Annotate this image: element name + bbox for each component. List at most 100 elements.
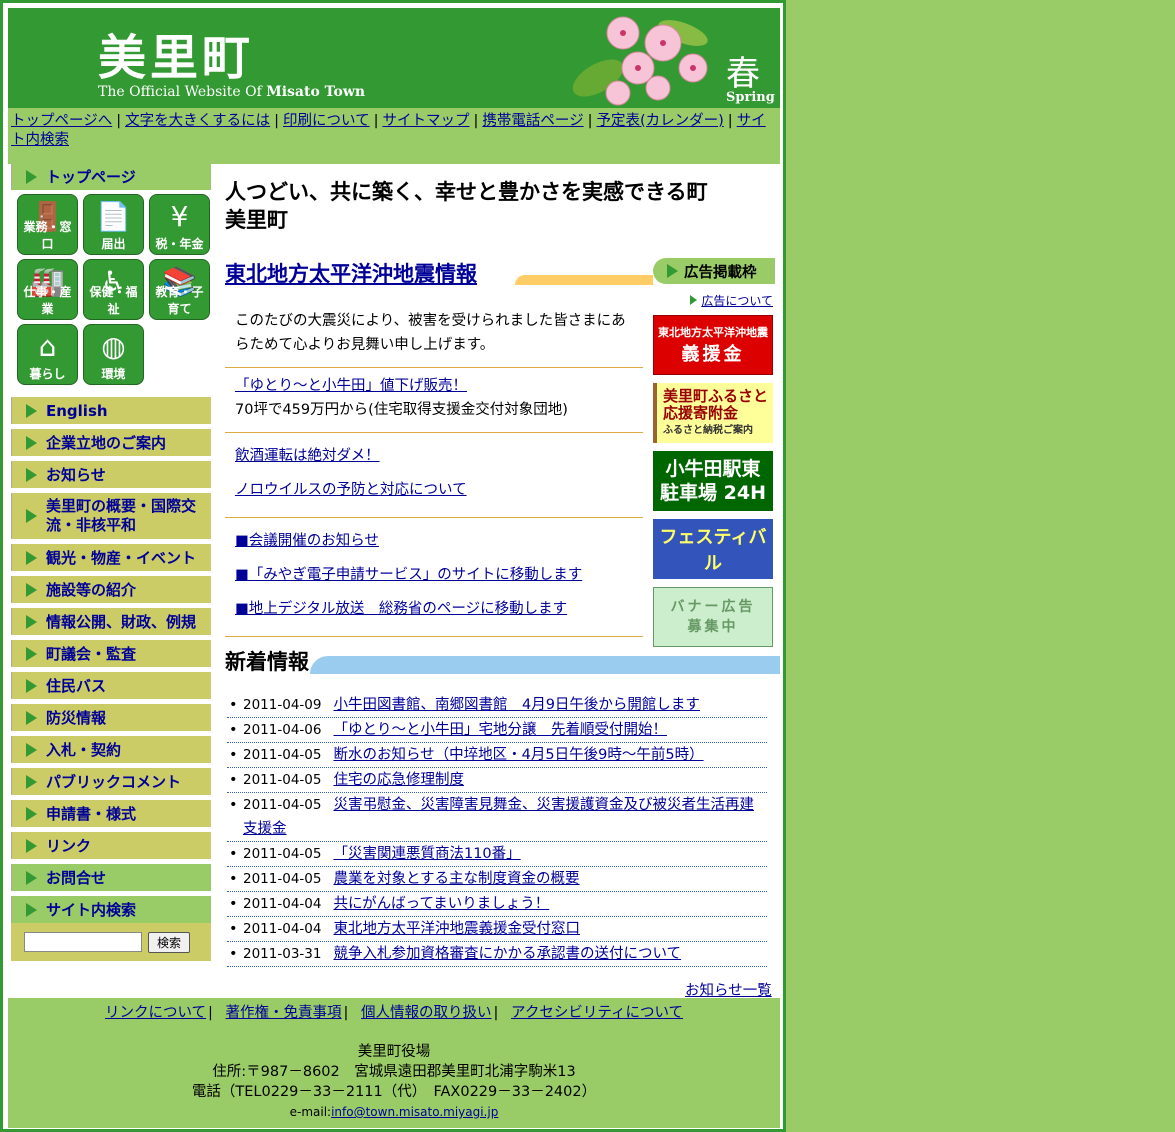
ad-furusato-donation[interactable]: 美里町ふるさと 応援寄附金 ふるさと納税ご案内 <box>653 383 773 443</box>
news-safety: 飲酒運転は絶対ダメ！ ノロウイルスの予防と対応について <box>225 433 643 518</box>
footer-link-links[interactable]: リンクについて <box>105 1005 206 1021</box>
quake-heading: 東北地方太平洋沖地震情報 <box>225 258 477 288</box>
sidebar-item-business-location[interactable]: 企業立地のご案内 <box>11 429 211 456</box>
sidebar-item-bidding[interactable]: 入札・契約 <box>11 736 211 763</box>
footer-link-accessibility[interactable]: アクセシビリティについて <box>511 1005 683 1021</box>
papers-icon: 📄 <box>96 200 131 233</box>
ad-parking[interactable]: 小牛田駅東 駐車場 24H <box>653 451 773 511</box>
drink-driving-link[interactable]: 飲酒運転は絶対ダメ！ <box>235 448 380 464</box>
news-services: ■会議開催のお知らせ ■「みやぎ電子申請サービス」のサイトに移動します ■地上デ… <box>225 518 643 637</box>
search-button[interactable]: 検索 <box>148 931 191 953</box>
category-business-window[interactable]: 🚪 業務・窓口 <box>17 194 78 255</box>
sidebar-item-disclosure[interactable]: 情報公開、財政、例規 <box>11 608 211 635</box>
news-link[interactable]: 「災害関連悪質商法110番」 <box>333 846 520 862</box>
news-date: 2011-04-05 <box>243 871 322 887</box>
season-label: Spring <box>726 90 775 105</box>
ad-about-link[interactable]: 広告について <box>701 294 773 308</box>
yutori-link[interactable]: 「ゆとり〜と小牛田」値下げ販売！ <box>235 378 467 394</box>
sidebar-item-disaster[interactable]: 防災情報 <box>11 704 211 731</box>
news-date: 2011-04-04 <box>243 896 322 912</box>
news-link[interactable]: 住宅の応急修理制度 <box>333 772 464 788</box>
norovirus-link[interactable]: ノロウイルスの予防と対応について <box>235 482 467 498</box>
yen-purse-icon: ¥ <box>170 200 189 233</box>
news-date: 2011-04-04 <box>243 921 322 937</box>
category-work-industry[interactable]: 🏭 仕事・産業 <box>17 259 78 320</box>
email-link[interactable]: info@town.misato.miyagi.jp <box>331 1105 498 1119</box>
nav-print[interactable]: 印刷について <box>283 113 370 129</box>
news-link[interactable]: 「ゆとり〜と小牛田」宅地分譲 先着順受付開始！ <box>333 722 667 738</box>
sidebar-item-tourism[interactable]: 観光・物産・イベント <box>11 544 211 571</box>
news-item: 2011-04-06 「ゆとり〜と小牛田」宅地分譲 先着順受付開始！ <box>227 718 767 743</box>
page-frame: 美里町 The Official Website Of Misato Town … <box>0 0 786 1132</box>
news-item: 2011-03-31 競争入札参加資格審査にかかる承認書の送付について <box>227 942 767 967</box>
sidebar-top-page[interactable]: トップページ <box>11 163 211 190</box>
sidebar-item-contact[interactable]: お問合せ <box>11 864 211 891</box>
ad-earthquake-donation[interactable]: 東北地方太平洋沖地震 義援金 <box>653 315 773 375</box>
news-link[interactable]: 東北地方太平洋沖地震義援金受付窓口 <box>333 921 580 937</box>
news-yutori: 「ゆとり〜と小牛田」値下げ販売！ 70坪で459万円から(住宅取得支援金交付対象… <box>225 368 643 433</box>
sidebar-item-public-comment[interactable]: パブリックコメント <box>11 768 211 795</box>
arrow-right-icon <box>26 774 37 789</box>
arrow-right-icon <box>26 678 37 693</box>
arrow-right-icon <box>26 806 37 821</box>
arrow-right-icon <box>667 264 678 278</box>
nav-mobile[interactable]: 携帯電話ページ <box>482 113 583 129</box>
digital-broadcast-link[interactable]: ■地上デジタル放送 総務省のページに移動します <box>235 601 567 617</box>
sidebar-item-council[interactable]: 町議会・監査 <box>11 640 211 667</box>
news-link[interactable]: 共にがんばってまいりましょう！ <box>333 896 549 912</box>
news-more-link[interactable]: お知らせ一覧 <box>685 983 772 999</box>
footer-link-privacy[interactable]: 個人情報の取り扱い <box>361 1005 492 1021</box>
season-kanji: 春 <box>726 54 760 94</box>
news-link[interactable]: 小牛田図書館、南郷図書館 4月9日午後から開館します <box>333 697 699 713</box>
category-living[interactable]: ⌂ 暮らし <box>17 324 78 385</box>
arrow-right-icon <box>26 742 37 757</box>
nav-sitemap[interactable]: サイトマップ <box>382 113 469 129</box>
category-education[interactable]: 📚 教育・子育て <box>149 259 210 320</box>
sidebar-item-forms[interactable]: 申請書・様式 <box>11 800 211 827</box>
nav-calendar[interactable]: 予定表(カレンダー) <box>596 113 723 129</box>
miyagi-e-service-link[interactable]: ■「みやぎ電子申請サービス」のサイトに移動します <box>235 567 582 583</box>
category-tax-pension[interactable]: ¥ 税・年金 <box>149 194 210 255</box>
news-link[interactable]: 競争入札参加資格審査にかかる承認書の送付について <box>333 946 681 962</box>
footer-link-copyright[interactable]: 著作権・免責事項 <box>226 1005 342 1021</box>
category-environment[interactable]: ◍ 環境 <box>83 324 144 385</box>
news-date: 2011-04-05 <box>243 846 322 862</box>
sidebar-item-facilities[interactable]: 施設等の紹介 <box>11 576 211 603</box>
arrow-right-icon <box>26 646 37 661</box>
nav-text-size[interactable]: 文字を大きくするには <box>125 113 270 129</box>
globe-icon: ◍ <box>101 330 126 363</box>
news-item: 2011-04-05災害弔慰金、災害障害見舞金、災害援護資金及び被災者生活再建支… <box>227 793 767 842</box>
sidebar-item-links[interactable]: リンク <box>11 832 211 859</box>
arrow-right-icon <box>26 710 37 725</box>
meeting-link[interactable]: ■会議開催のお知らせ <box>235 533 379 549</box>
newinfo-bar <box>310 656 780 674</box>
category-notification[interactable]: 📄 届出 <box>83 194 144 255</box>
news-item: 2011-04-05 農業を対象とする主な制度資金の概要 <box>227 867 767 892</box>
quake-news-box: このたびの大震災により、被害を受けられました皆さまにあらためて心よりお見舞い申し… <box>225 303 643 637</box>
news-date: 2011-04-05 <box>243 747 322 763</box>
quake-message: このたびの大震災により、被害を受けられました皆さまにあらためて心よりお見舞い申し… <box>225 303 643 368</box>
arrow-right-icon <box>26 169 37 184</box>
sidebar-item-bus[interactable]: 住民バス <box>11 672 211 699</box>
arrow-right-icon <box>26 403 37 418</box>
category-health-welfare[interactable]: ♿ 保健・福祉 <box>83 259 144 320</box>
sidebar-item-overview[interactable]: 美里町の概要・国際交流・非核平和 <box>11 493 211 539</box>
news-link[interactable]: 断水のお知らせ（中埣地区・4月5日午後9時〜午前5時） <box>333 747 703 763</box>
ad-festival[interactable]: フェスティバル <box>653 519 773 579</box>
search-input[interactable] <box>24 932 142 952</box>
quake-title-link[interactable]: 東北地方太平洋沖地震情報 <box>225 262 477 286</box>
top-navigation: トップページへ | 文字を大きくするには | 印刷について | サイトマップ | 携帯電話ページ… <box>8 108 780 164</box>
news-date: 2011-04-05 <box>243 772 322 788</box>
news-item: 2011-04-04 東北地方太平洋沖地震義援金受付窓口 <box>227 917 767 942</box>
sidebar-item-english[interactable]: English <box>11 397 211 424</box>
arrow-right-icon <box>26 467 37 482</box>
site-header: 美里町 The Official Website Of Misato Town … <box>8 8 780 108</box>
news-item: 2011-04-05 断水のお知らせ（中埣地区・4月5日午後9時〜午前5時） <box>227 743 767 768</box>
ad-about: 広告について <box>653 292 773 309</box>
sidebar-item-notices[interactable]: お知らせ <box>11 461 211 488</box>
news-date: 2011-04-06 <box>243 722 322 738</box>
arrow-right-icon <box>26 870 37 885</box>
nav-top-page[interactable]: トップページへ <box>11 113 112 129</box>
ad-banner-recruit[interactable]: バナー広告 募集中 <box>653 587 773 647</box>
news-link[interactable]: 農業を対象とする主な制度資金の概要 <box>333 871 579 887</box>
